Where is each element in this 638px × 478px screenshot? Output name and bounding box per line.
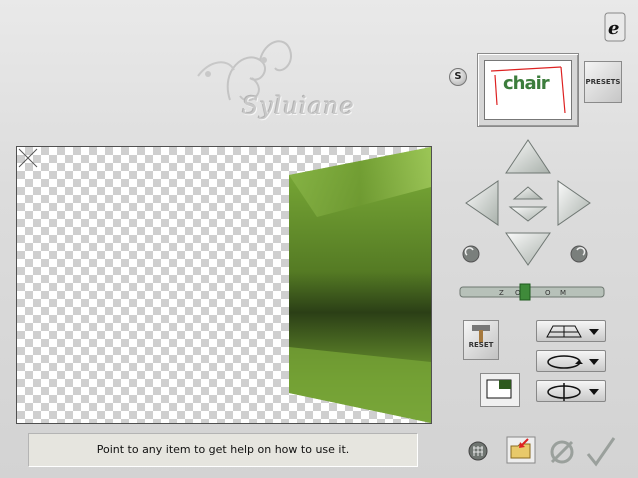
status-help-text: Point to any item to get help on how to … (96, 443, 350, 456)
open-folder-icon[interactable] (506, 436, 536, 464)
rotate-vertical-button[interactable] (536, 380, 606, 402)
move-forward-icon[interactable] (512, 186, 544, 200)
rotate-horizontal-icon (547, 355, 599, 369)
s-button[interactable]: S (449, 68, 467, 86)
grid-plane-icon (546, 325, 599, 338)
zoom-slider[interactable]: Z O O M (459, 283, 605, 301)
arrow-up-icon[interactable] (505, 139, 551, 174)
watermark-flourish-icon (197, 40, 292, 102)
move-back-icon[interactable] (508, 206, 548, 222)
reset-button[interactable]: RESET (463, 320, 499, 360)
e-logo-icon[interactable]: e (604, 12, 626, 42)
arrow-right-icon[interactable] (557, 180, 591, 226)
grid-icon[interactable] (468, 441, 488, 461)
svg-text:e: e (608, 18, 619, 39)
presets-label: PRESETS (585, 78, 621, 86)
color-swatch-button[interactable] (480, 373, 520, 407)
rotate-left-icon[interactable] (462, 245, 480, 263)
rotate-right-icon[interactable] (570, 245, 588, 263)
ok-check-icon[interactable] (584, 436, 616, 468)
arrow-down-icon[interactable] (505, 232, 551, 266)
hammer-icon (472, 325, 490, 343)
zoom-letter-m: M (560, 289, 566, 297)
zoom-letter-z: Z (499, 289, 504, 297)
preview-canvas[interactable] (16, 146, 432, 424)
presets-button[interactable]: PRESETS (584, 61, 622, 103)
watermark-text: Syluiane (242, 92, 355, 120)
rotate-vertical-icon (547, 383, 599, 401)
rotate-horizontal-button[interactable] (536, 350, 606, 372)
watermark: Syluiane (190, 30, 360, 140)
arrow-left-icon[interactable] (465, 180, 499, 226)
thumbnail-word: chair (503, 73, 550, 94)
color-swatch-icon (486, 379, 512, 399)
thumbnail-preview[interactable]: chair (477, 53, 579, 127)
thumbnail-image: chair (484, 60, 572, 120)
chevron-down-icon (589, 329, 599, 335)
status-bar: Point to any item to get help on how to … (28, 433, 418, 467)
zoom-thumb[interactable] (519, 283, 531, 301)
preview-shape (289, 147, 431, 423)
reset-label: RESET (468, 341, 494, 349)
crosshair-icon (18, 148, 38, 168)
grid-plane-button[interactable] (536, 320, 606, 342)
cancel-icon[interactable] (548, 438, 576, 466)
zoom-letter-o2: O (545, 289, 551, 297)
